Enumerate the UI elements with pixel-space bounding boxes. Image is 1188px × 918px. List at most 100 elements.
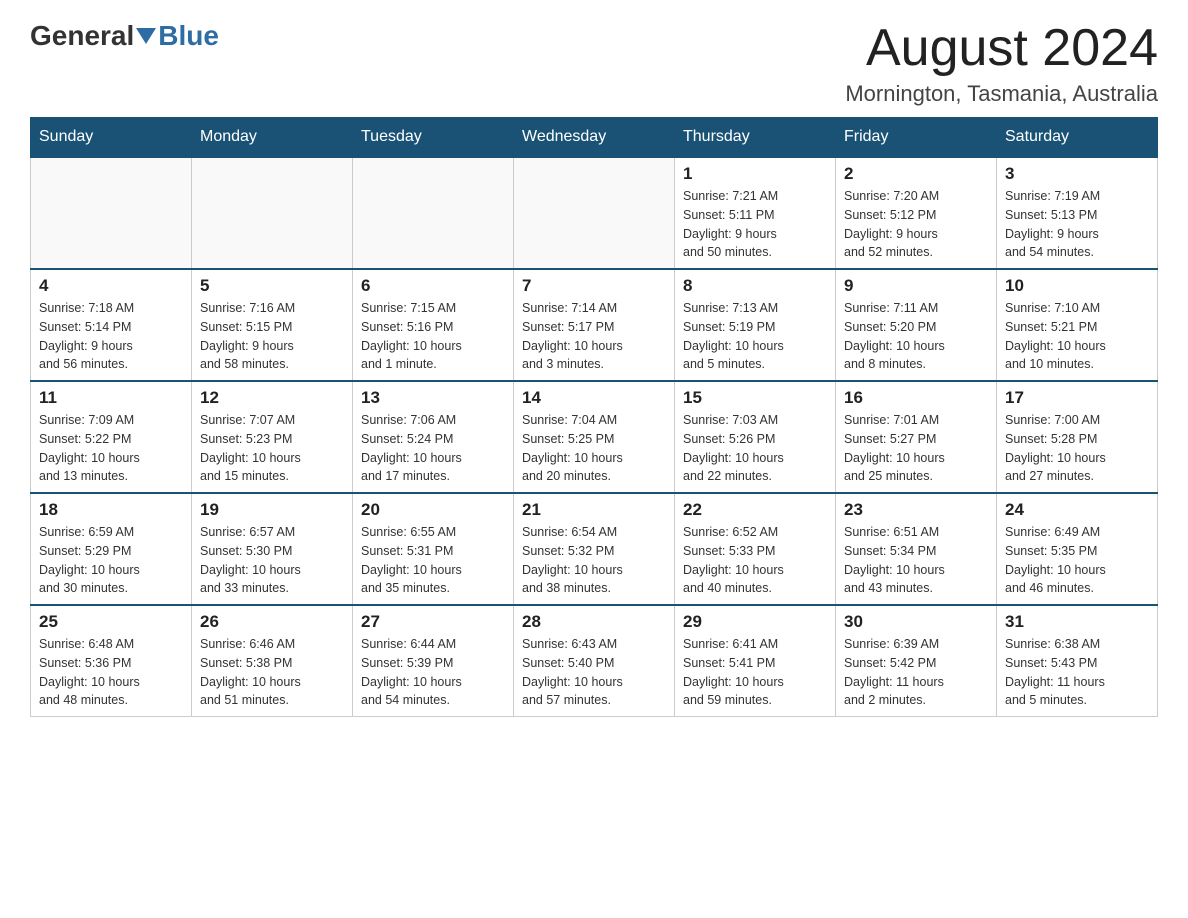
day-info: Sunrise: 6:49 AMSunset: 5:35 PMDaylight:… (1005, 523, 1149, 598)
logo-general-text: General (30, 20, 134, 52)
calendar-cell: 25Sunrise: 6:48 AMSunset: 5:36 PMDayligh… (31, 605, 192, 717)
page-header: General Blue August 2024 Mornington, Tas… (30, 20, 1158, 107)
day-info: Sunrise: 7:09 AMSunset: 5:22 PMDaylight:… (39, 411, 183, 486)
day-number: 31 (1005, 612, 1149, 632)
day-number: 16 (844, 388, 988, 408)
calendar-cell: 14Sunrise: 7:04 AMSunset: 5:25 PMDayligh… (514, 381, 675, 493)
calendar-cell: 7 Sunrise: 7:14 AMSunset: 5:17 PMDaylight… (514, 269, 675, 381)
day-number: 5 (200, 276, 344, 296)
day-number: 27 (361, 612, 505, 632)
calendar-cell: 5 Sunrise: 7:16 AMSunset: 5:15 PMDaylight… (192, 269, 353, 381)
day-of-week-header: Monday (192, 118, 353, 158)
day-info: Sunrise: 6:59 AMSunset: 5:29 PMDaylight:… (39, 523, 183, 598)
day-number: 2 (844, 164, 988, 184)
day-number: 20 (361, 500, 505, 520)
day-of-week-header: Wednesday (514, 118, 675, 158)
calendar-cell: 27 Sunrise: 6:44 AMSunset: 5:39 PMDayligh… (353, 605, 514, 717)
calendar-cell: 15 Sunrise: 7:03 AMSunset: 5:26 PMDayligh… (675, 381, 836, 493)
day-number: 18 (39, 500, 183, 520)
day-of-week-header: Friday (836, 118, 997, 158)
calendar-cell: 9 Sunrise: 7:11 AMSunset: 5:20 PMDaylight… (836, 269, 997, 381)
day-number: 22 (683, 500, 827, 520)
calendar-table: SundayMondayTuesdayWednesdayThursdayFrid… (30, 117, 1158, 717)
calendar-cell: 12 Sunrise: 7:07 AMSunset: 5:23 PMDayligh… (192, 381, 353, 493)
calendar-cell: 13 Sunrise: 7:06 AMSunset: 5:24 PMDayligh… (353, 381, 514, 493)
day-number: 24 (1005, 500, 1149, 520)
day-number: 12 (200, 388, 344, 408)
day-number: 30 (844, 612, 988, 632)
day-info: Sunrise: 6:44 AMSunset: 5:39 PMDaylight:… (361, 635, 505, 710)
day-info: Sunrise: 7:13 AMSunset: 5:19 PMDaylight:… (683, 299, 827, 374)
calendar-cell: 18 Sunrise: 6:59 AMSunset: 5:29 PMDayligh… (31, 493, 192, 605)
day-number: 7 (522, 276, 666, 296)
day-info: Sunrise: 7:20 AMSunset: 5:12 PMDaylight:… (844, 187, 988, 262)
logo-arrow-icon (136, 28, 156, 44)
day-info: Sunrise: 7:00 AMSunset: 5:28 PMDaylight:… (1005, 411, 1149, 486)
calendar-cell (31, 157, 192, 269)
day-info: Sunrise: 7:06 AMSunset: 5:24 PMDaylight:… (361, 411, 505, 486)
calendar-cell (192, 157, 353, 269)
day-info: Sunrise: 7:01 AMSunset: 5:27 PMDaylight:… (844, 411, 988, 486)
day-number: 23 (844, 500, 988, 520)
day-info: Sunrise: 6:55 AMSunset: 5:31 PMDaylight:… (361, 523, 505, 598)
day-of-week-header: Thursday (675, 118, 836, 158)
day-info: Sunrise: 6:52 AMSunset: 5:33 PMDaylight:… (683, 523, 827, 598)
calendar-week-row: 1 Sunrise: 7:21 AMSunset: 5:11 PMDaylight… (31, 157, 1158, 269)
day-number: 1 (683, 164, 827, 184)
day-of-week-header: Tuesday (353, 118, 514, 158)
day-info: Sunrise: 7:04 AMSunset: 5:25 PMDaylight:… (522, 411, 666, 486)
day-info: Sunrise: 6:54 AMSunset: 5:32 PMDaylight:… (522, 523, 666, 598)
calendar-cell: 30 Sunrise: 6:39 AMSunset: 5:42 PMDayligh… (836, 605, 997, 717)
calendar-cell: 28 Sunrise: 6:43 AMSunset: 5:40 PMDayligh… (514, 605, 675, 717)
day-info: Sunrise: 6:38 AMSunset: 5:43 PMDaylight:… (1005, 635, 1149, 710)
calendar-cell: 8 Sunrise: 7:13 AMSunset: 5:19 PMDaylight… (675, 269, 836, 381)
day-info: Sunrise: 7:07 AMSunset: 5:23 PMDaylight:… (200, 411, 344, 486)
day-number: 9 (844, 276, 988, 296)
calendar-cell: 11Sunrise: 7:09 AMSunset: 5:22 PMDayligh… (31, 381, 192, 493)
calendar-cell (514, 157, 675, 269)
day-info: Sunrise: 7:19 AMSunset: 5:13 PMDaylight:… (1005, 187, 1149, 262)
calendar-cell: 31 Sunrise: 6:38 AMSunset: 5:43 PMDayligh… (997, 605, 1158, 717)
day-number: 6 (361, 276, 505, 296)
day-info: Sunrise: 7:03 AMSunset: 5:26 PMDaylight:… (683, 411, 827, 486)
calendar-cell: 3Sunrise: 7:19 AMSunset: 5:13 PMDaylight… (997, 157, 1158, 269)
calendar-cell: 23 Sunrise: 6:51 AMSunset: 5:34 PMDayligh… (836, 493, 997, 605)
calendar-cell: 6Sunrise: 7:15 AMSunset: 5:16 PMDaylight… (353, 269, 514, 381)
calendar-week-row: 18 Sunrise: 6:59 AMSunset: 5:29 PMDayligh… (31, 493, 1158, 605)
day-number: 19 (200, 500, 344, 520)
location-title: Mornington, Tasmania, Australia (845, 81, 1158, 107)
day-info: Sunrise: 7:21 AMSunset: 5:11 PMDaylight:… (683, 187, 827, 262)
day-info: Sunrise: 6:51 AMSunset: 5:34 PMDaylight:… (844, 523, 988, 598)
day-info: Sunrise: 7:10 AMSunset: 5:21 PMDaylight:… (1005, 299, 1149, 374)
day-info: Sunrise: 6:43 AMSunset: 5:40 PMDaylight:… (522, 635, 666, 710)
calendar-cell: 10 Sunrise: 7:10 AMSunset: 5:21 PMDayligh… (997, 269, 1158, 381)
day-number: 4 (39, 276, 183, 296)
day-info: Sunrise: 6:57 AMSunset: 5:30 PMDaylight:… (200, 523, 344, 598)
day-number: 8 (683, 276, 827, 296)
day-number: 26 (200, 612, 344, 632)
calendar-cell: 17 Sunrise: 7:00 AMSunset: 5:28 PMDayligh… (997, 381, 1158, 493)
calendar-cell: 26 Sunrise: 6:46 AMSunset: 5:38 PMDayligh… (192, 605, 353, 717)
calendar-cell: 1 Sunrise: 7:21 AMSunset: 5:11 PMDaylight… (675, 157, 836, 269)
logo-blue-text: Blue (158, 20, 219, 52)
day-info: Sunrise: 6:41 AMSunset: 5:41 PMDaylight:… (683, 635, 827, 710)
calendar-cell: 24 Sunrise: 6:49 AMSunset: 5:35 PMDayligh… (997, 493, 1158, 605)
day-info: Sunrise: 7:16 AMSunset: 5:15 PMDaylight:… (200, 299, 344, 374)
day-info: Sunrise: 7:11 AMSunset: 5:20 PMDaylight:… (844, 299, 988, 374)
day-number: 29 (683, 612, 827, 632)
title-area: August 2024 Mornington, Tasmania, Austra… (845, 20, 1158, 107)
day-number: 15 (683, 388, 827, 408)
calendar-cell: 20 Sunrise: 6:55 AMSunset: 5:31 PMDayligh… (353, 493, 514, 605)
calendar-cell: 19 Sunrise: 6:57 AMSunset: 5:30 PMDayligh… (192, 493, 353, 605)
day-number: 28 (522, 612, 666, 632)
day-info: Sunrise: 6:46 AMSunset: 5:38 PMDaylight:… (200, 635, 344, 710)
day-number: 13 (361, 388, 505, 408)
day-info: Sunrise: 6:39 AMSunset: 5:42 PMDaylight:… (844, 635, 988, 710)
month-title: August 2024 (845, 20, 1158, 77)
day-number: 10 (1005, 276, 1149, 296)
calendar-week-row: 25Sunrise: 6:48 AMSunset: 5:36 PMDayligh… (31, 605, 1158, 717)
day-info: Sunrise: 7:14 AMSunset: 5:17 PMDaylight:… (522, 299, 666, 374)
day-number: 21 (522, 500, 666, 520)
day-number: 17 (1005, 388, 1149, 408)
day-of-week-header: Sunday (31, 118, 192, 158)
